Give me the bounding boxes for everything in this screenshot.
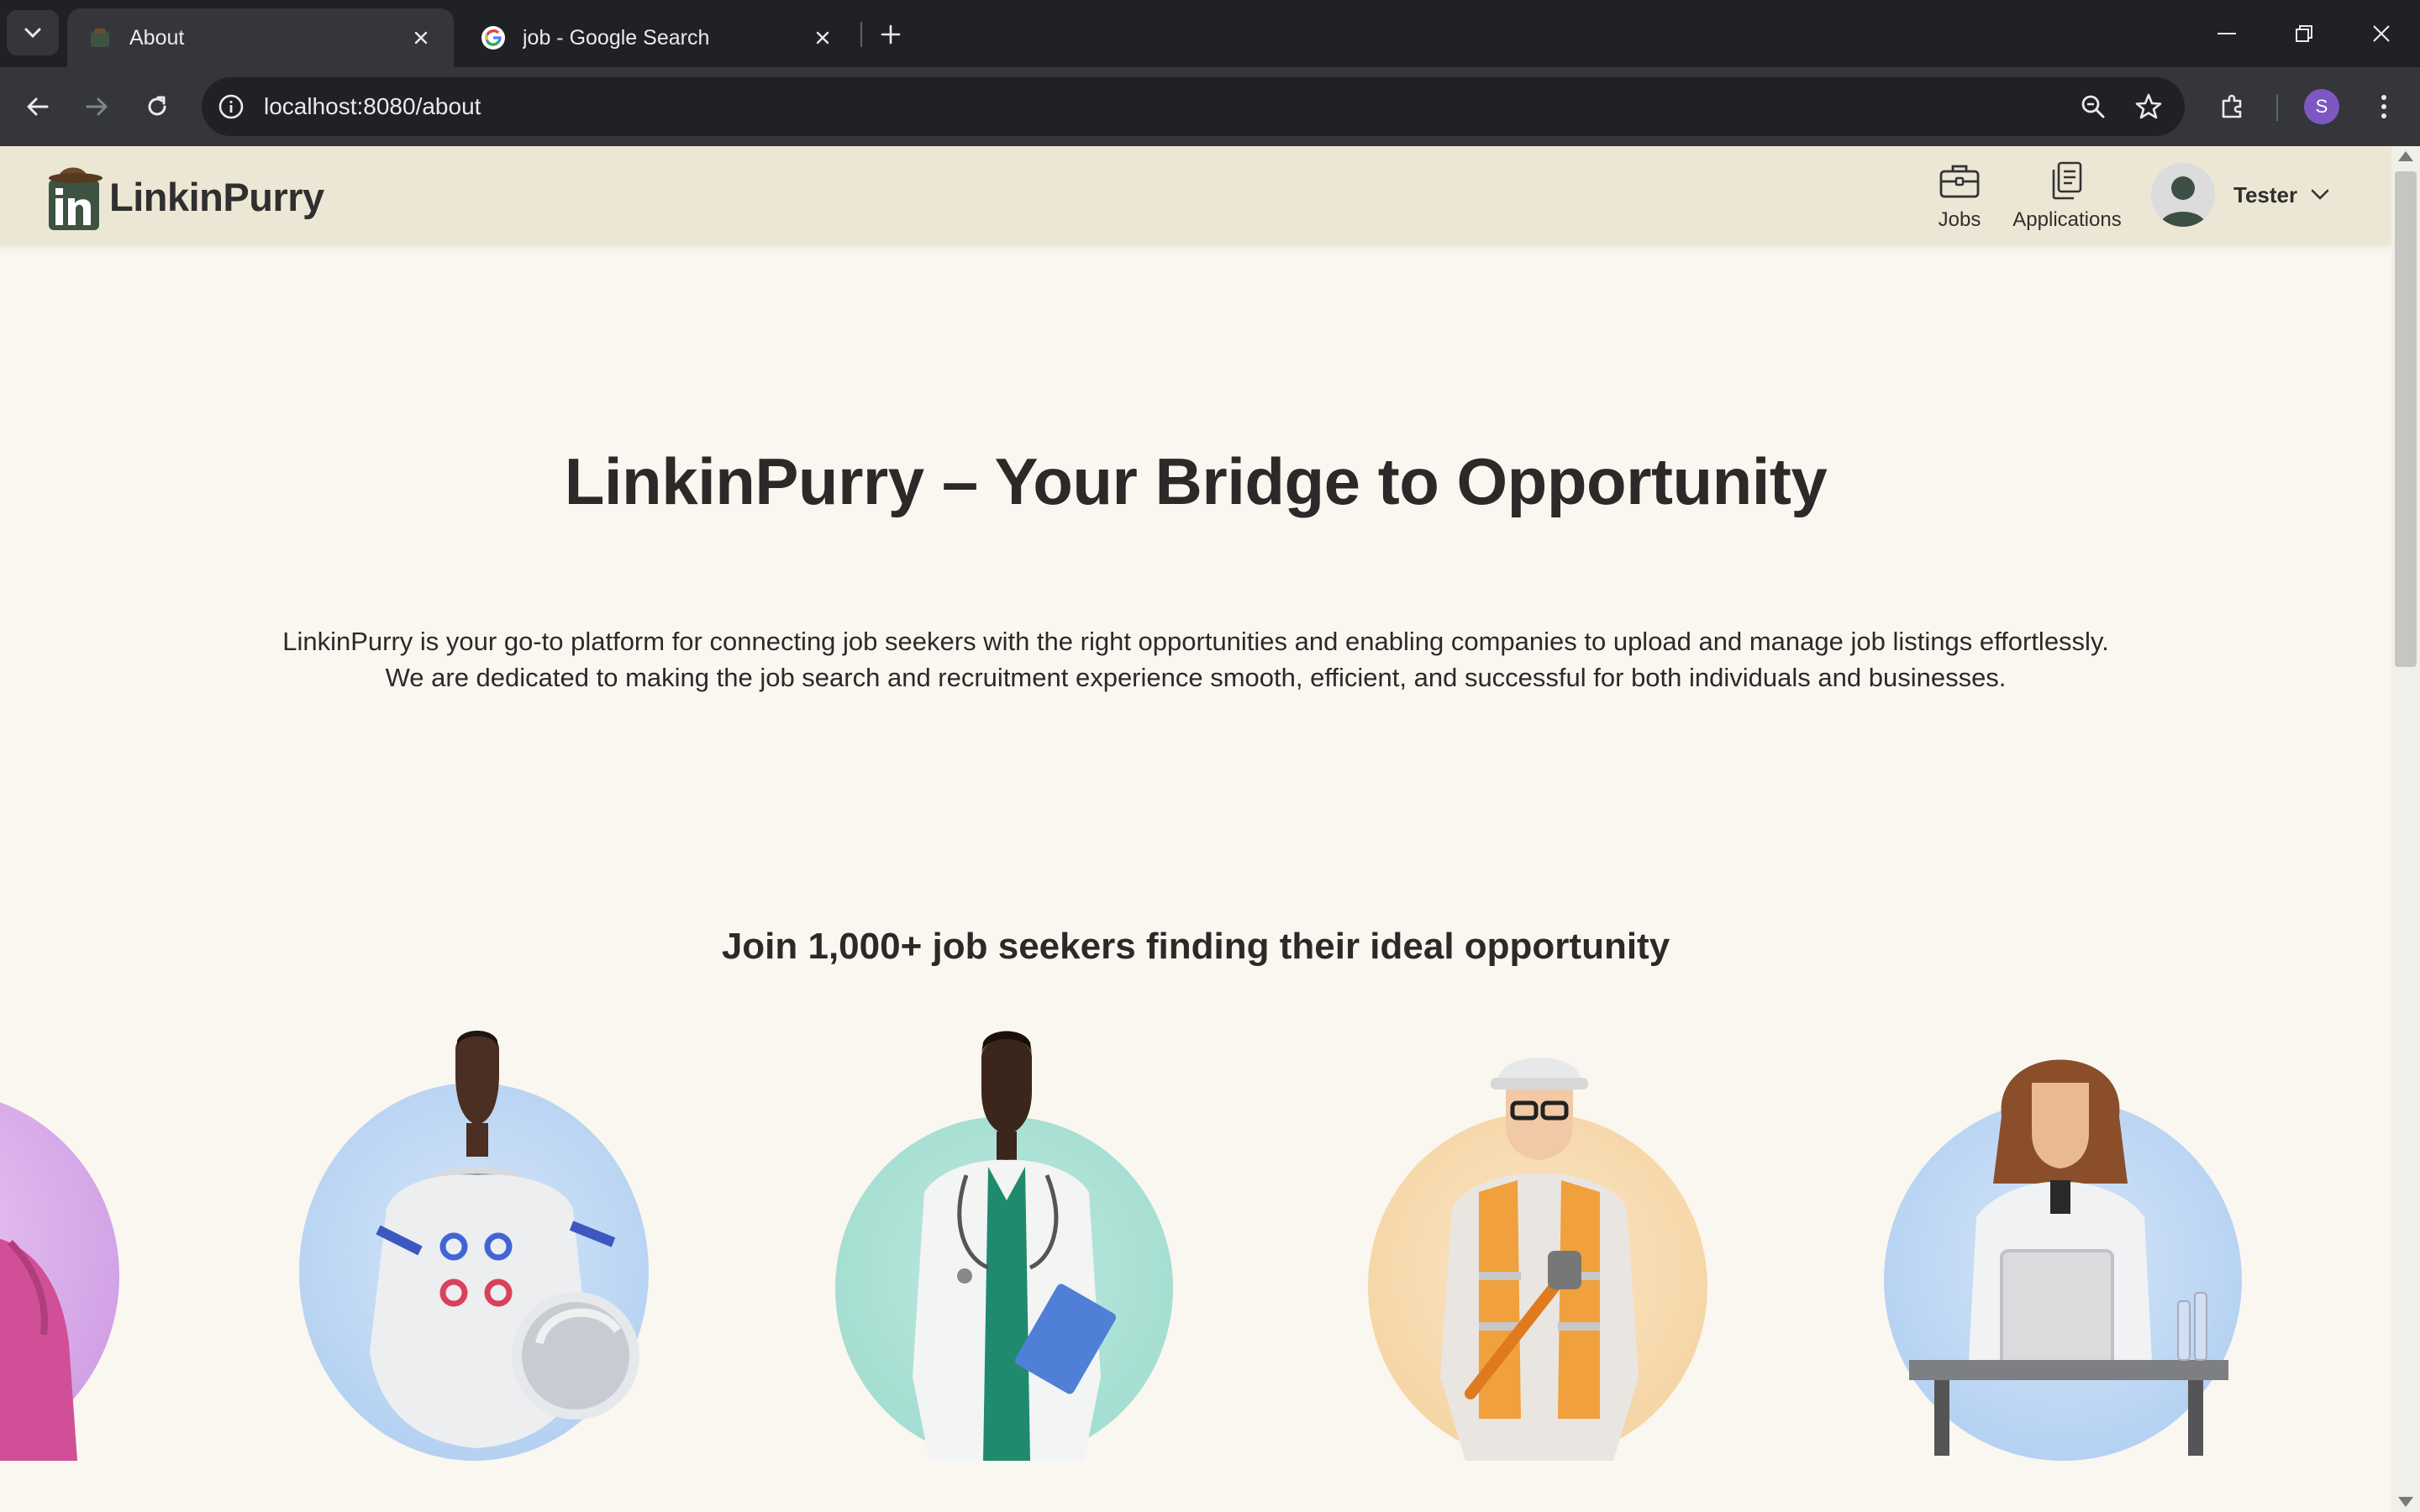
reload-button[interactable] (136, 86, 178, 128)
back-button[interactable] (17, 86, 59, 128)
nav-jobs[interactable]: Jobs (1929, 158, 1990, 239)
page-scrollbar[interactable] (2391, 146, 2420, 1512)
site-header: LinkinPurry Jobs Applications Tester (0, 146, 2391, 245)
logo-icon (47, 161, 103, 232)
zoom-icon[interactable] (2072, 86, 2114, 128)
nav-applications[interactable]: Applications (2003, 158, 2131, 239)
site-favicon-icon (87, 25, 113, 50)
tab-divider (860, 22, 862, 47)
persona-illustration (370, 1031, 639, 1448)
bookmark-star-icon[interactable] (2128, 86, 2170, 128)
browser-tab-bar: About job - Google Search (0, 0, 2420, 67)
nav-label: Jobs (1938, 208, 1981, 231)
close-window-button[interactable] (2356, 12, 2407, 55)
persona-illustration (1440, 1058, 1639, 1461)
persona-casual-worker (0, 1024, 128, 1461)
tab-search-button[interactable] (7, 10, 59, 55)
user-menu[interactable]: Tester (2151, 161, 2329, 228)
forward-button[interactable] (76, 86, 118, 128)
chevron-down-icon (24, 28, 41, 39)
tab-google-search[interactable]: job - Google Search (460, 8, 855, 67)
persona-illustration (913, 1031, 1116, 1461)
tab-title: job - Google Search (523, 25, 710, 50)
scroll-up-arrow-icon[interactable] (2398, 151, 2413, 161)
address-bar[interactable]: localhost:8080/about (202, 77, 2185, 136)
extensions-button[interactable] (2212, 86, 2254, 128)
close-icon[interactable] (408, 25, 434, 50)
brand-name: LinkinPurry (109, 174, 324, 219)
scroll-down-arrow-icon[interactable] (2398, 1497, 2413, 1507)
persona-doctor (823, 1024, 1193, 1461)
tab-title: About (129, 25, 185, 50)
page-title: LinkinPurry – Your Bridge to Opportunity (564, 444, 1828, 518)
profile-avatar[interactable]: S (2304, 89, 2339, 124)
arrow-right-icon (86, 97, 108, 116)
browser-menu-button[interactable] (2363, 86, 2405, 128)
persona-illustration (1909, 1059, 2228, 1456)
description-line: LinkinPurry is your go-to platform for c… (282, 627, 2109, 656)
close-icon[interactable] (810, 25, 835, 50)
new-tab-button[interactable] (871, 17, 911, 52)
persona-illustration (0, 1238, 77, 1461)
description-line: We are dedicated to making the job searc… (385, 663, 2007, 692)
documents-icon (2050, 158, 2084, 203)
scrollbar-thumb[interactable] (2395, 171, 2417, 667)
user-name: Tester (2233, 181, 2298, 207)
page-viewport: LinkinPurry Jobs Applications Tester Lin… (0, 146, 2391, 1512)
join-heading: Join 1,000+ job seekers finding their id… (721, 926, 1670, 967)
reload-icon (148, 96, 166, 116)
kebab-menu-icon (2381, 95, 2386, 118)
restore-button[interactable] (2279, 12, 2329, 55)
minimize-icon (2217, 33, 2236, 34)
puzzle-icon (2222, 94, 2242, 118)
nav-label: Applications (2012, 208, 2122, 231)
tab-about[interactable]: About (67, 8, 454, 67)
browser-toolbar: localhost:8080/about S (0, 67, 2420, 146)
url-text[interactable]: localhost:8080/about (264, 77, 481, 136)
restore-icon (2296, 25, 2312, 42)
chevron-down-icon (2311, 189, 2329, 201)
plus-icon (881, 24, 901, 45)
briefcase-icon (1939, 158, 1981, 203)
persona-lab-scientist (1876, 1024, 2245, 1461)
google-icon (481, 25, 506, 50)
avatar (2151, 163, 2215, 227)
arrow-left-icon (27, 97, 49, 116)
persona-astronaut (294, 1024, 664, 1461)
site-info-icon[interactable] (210, 86, 252, 128)
toolbar-divider (2276, 94, 2278, 121)
close-icon (2373, 25, 2390, 42)
persona-construction-worker (1353, 1024, 1723, 1461)
brand-logo[interactable]: LinkinPurry (47, 161, 324, 232)
minimize-button[interactable] (2202, 12, 2252, 55)
hero-description: LinkinPurry is your go-to platform for c… (168, 623, 2223, 696)
